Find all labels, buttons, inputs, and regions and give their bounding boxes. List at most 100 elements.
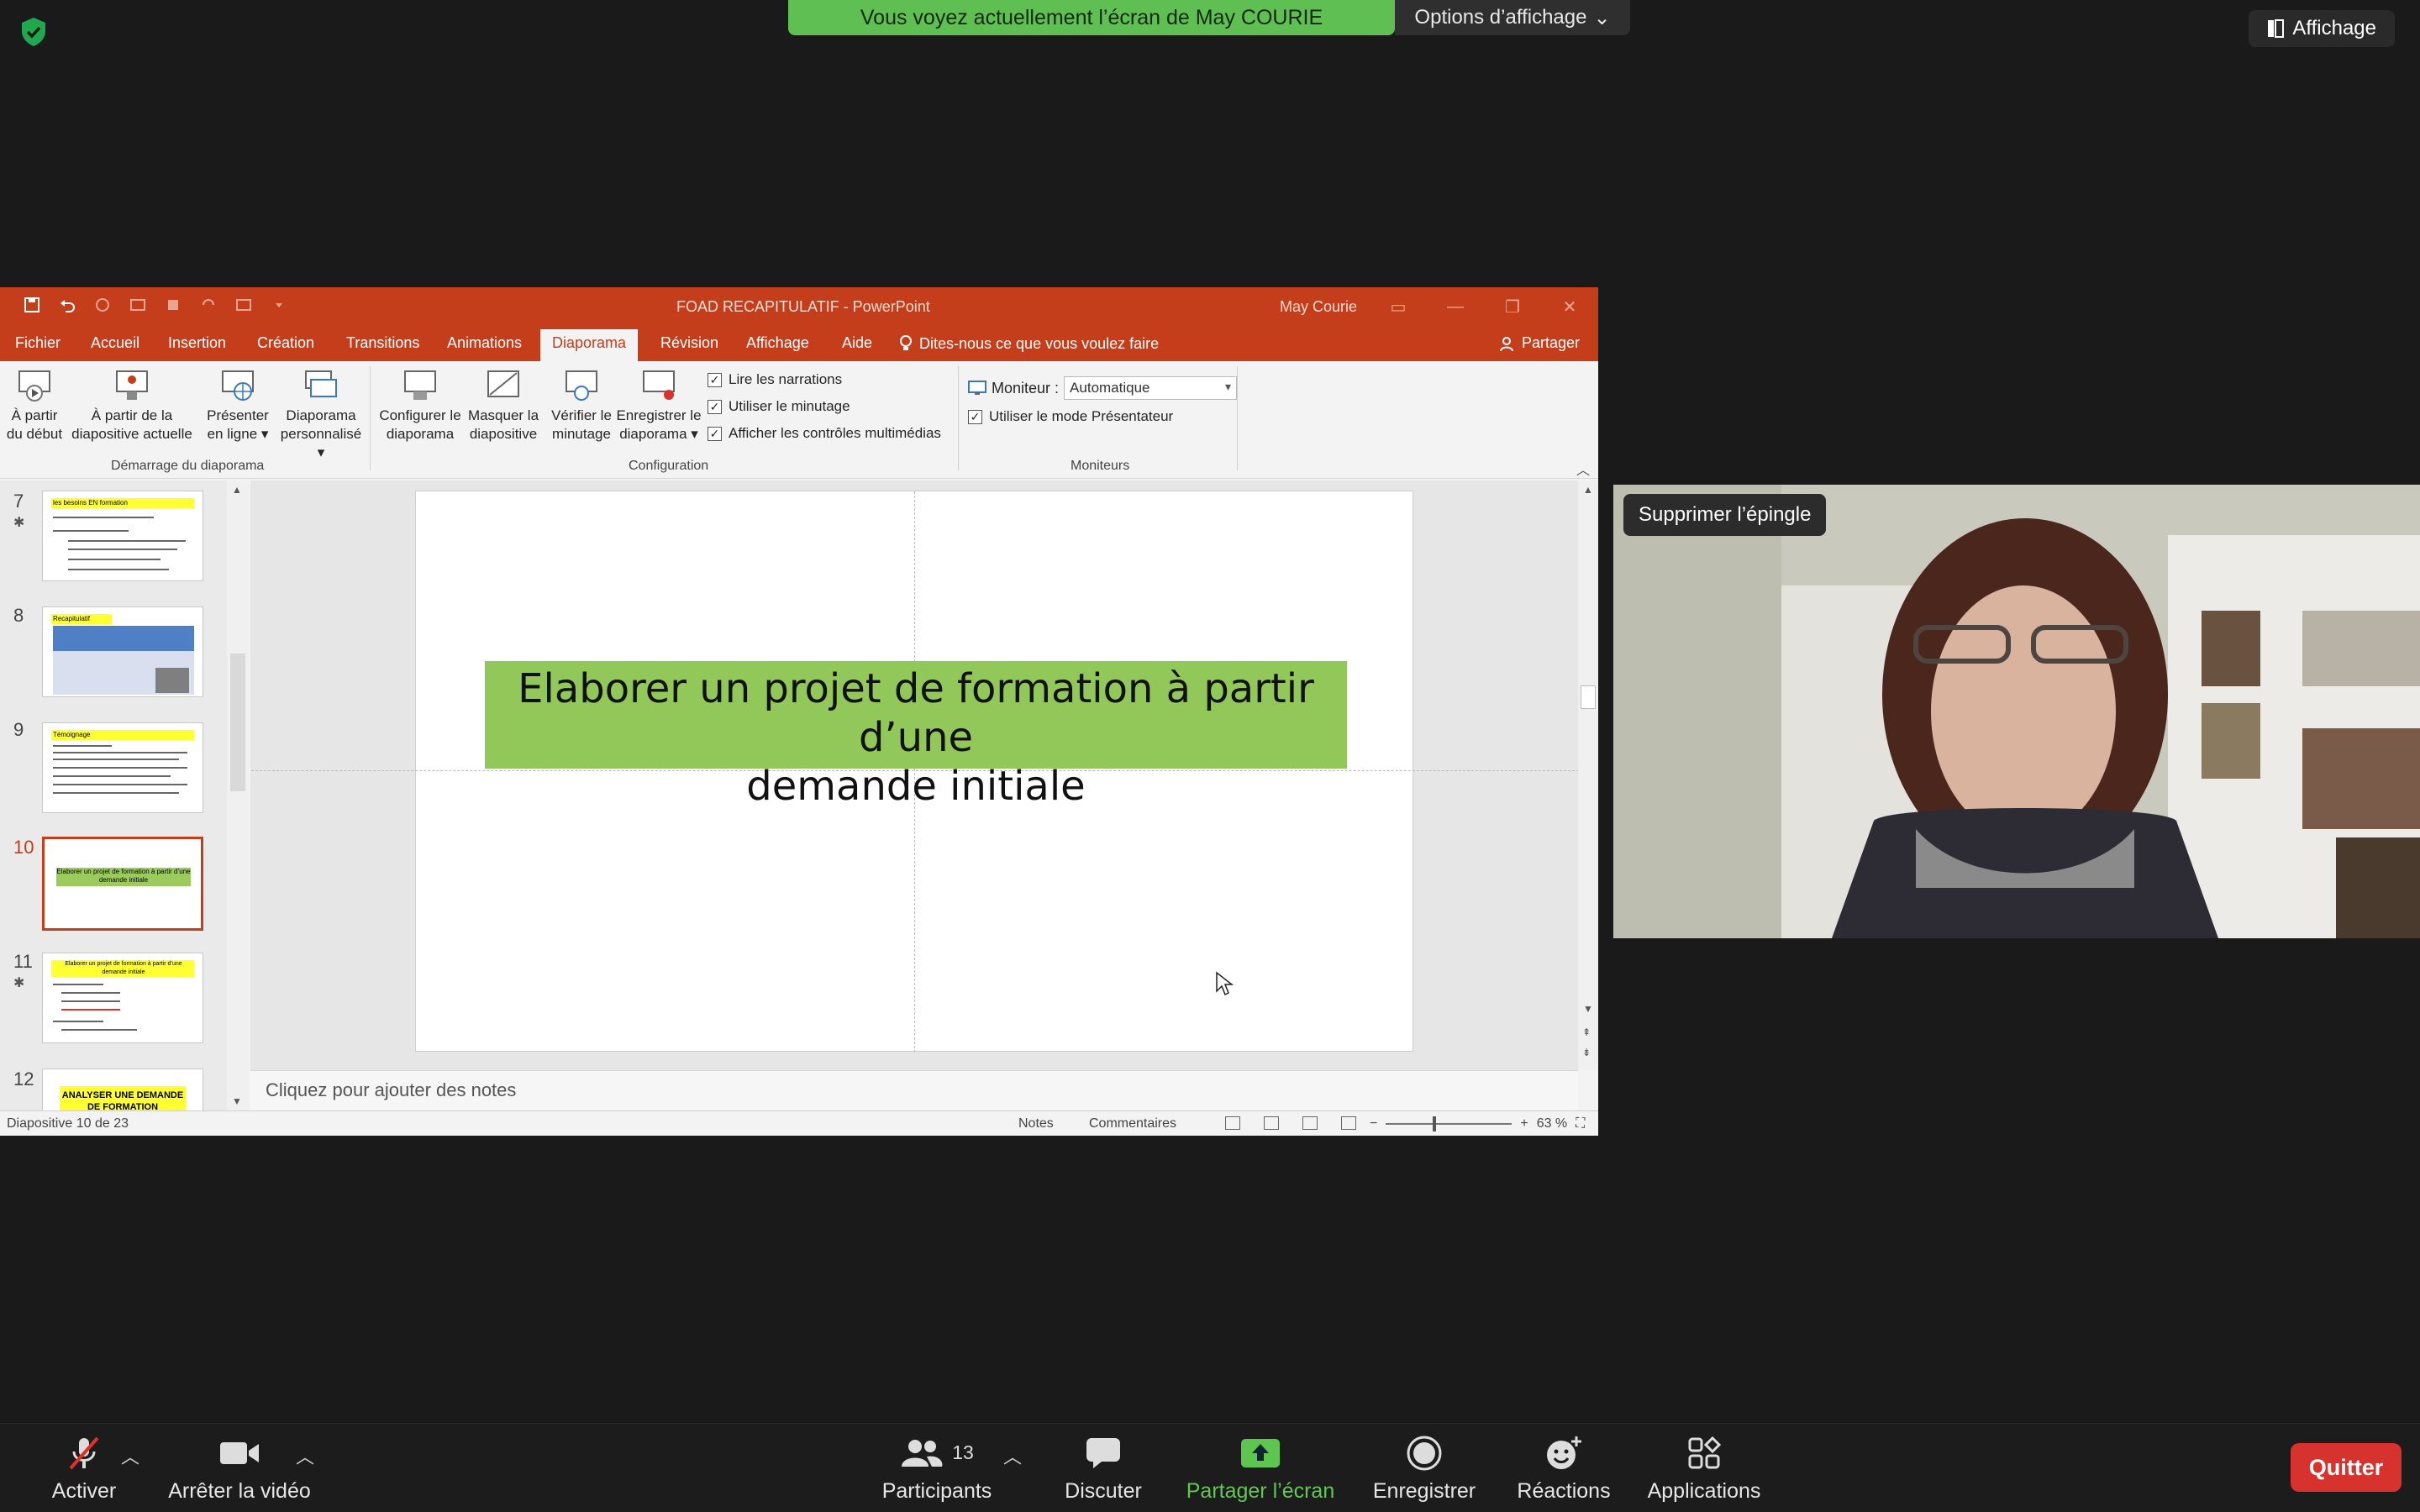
next-slide-icon[interactable]: ⇟	[1582, 1047, 1591, 1058]
notes-toggle[interactable]: Notes	[1018, 1116, 1054, 1131]
notes-pane[interactable]: Cliquez pour ajouter des notes	[250, 1070, 1578, 1110]
collapse-ribbon-icon[interactable]: ︿	[1576, 459, 1590, 479]
participant-video[interactable]	[1613, 485, 2420, 938]
chat-button[interactable]: Discuter	[1057, 1424, 1150, 1512]
ribbon-display-icon[interactable]: ▭	[1370, 287, 1427, 326]
text-line	[53, 775, 171, 777]
present-online-line1: Présenter	[207, 407, 269, 423]
rehearse-timings-button[interactable]: Vérifier le minutage	[548, 368, 615, 444]
apps-button[interactable]: Applications	[1639, 1424, 1770, 1512]
from-start-qat-icon[interactable]	[129, 297, 146, 313]
tab-affichage[interactable]: Affichage	[746, 334, 809, 352]
checkbox-presenter-view[interactable]: ✓ Utiliser le mode Présentateur	[968, 408, 1173, 425]
mute-button[interactable]: Activer	[42, 1424, 126, 1512]
ribbon-diaporama: À partir du début À partir de la diaposi…	[0, 361, 1598, 479]
zoom-slider[interactable]	[1386, 1116, 1512, 1131]
leave-meeting-button[interactable]: Quitter	[2291, 1443, 2402, 1492]
tab-insertion[interactable]: Insertion	[168, 334, 226, 352]
security-shield-icon[interactable]	[17, 15, 50, 49]
from-start-button[interactable]: À partir du début	[3, 368, 66, 444]
setup-show-button[interactable]: Configurer le diaporama	[375, 368, 466, 444]
view-options-button[interactable]: Options d’affichage ⌄	[1395, 0, 1630, 35]
copy-icon[interactable]	[165, 297, 182, 313]
tab-revision[interactable]: Révision	[660, 334, 718, 352]
slide-sorter-icon[interactable]	[1264, 1116, 1279, 1130]
thumbnails-scrollbar[interactable]: ▲ ▼	[227, 480, 249, 1110]
lightbulb-icon	[899, 334, 913, 353]
slide-thumbnail-12[interactable]: ANALYSER UNE DEMANDE DE FORMATION	[42, 1068, 203, 1110]
monitor-dropdown[interactable]: Automatique	[1064, 376, 1238, 400]
slide-thumbnail-8[interactable]: Recapitulatif Mission	[42, 606, 203, 697]
tab-creation[interactable]: Création	[257, 334, 314, 352]
layout-icon[interactable]	[235, 297, 252, 313]
maximize-icon[interactable]: ❐	[1484, 287, 1541, 326]
slide-thumbnails-pane: 7 ✱ les besoins EN formation 8 Recapitul…	[0, 480, 249, 1110]
minimize-icon[interactable]: —	[1427, 287, 1484, 326]
video-options-caret-icon[interactable]: ︿	[296, 1442, 314, 1469]
fit-to-window-icon[interactable]: ⛶	[1576, 1116, 1585, 1131]
slide-thumbnail-7[interactable]: les besoins EN formation	[42, 491, 203, 581]
slide-thumbnail-11[interactable]: Elaborer un projet de formation à partir…	[42, 953, 203, 1043]
scroll-thumb[interactable]	[1581, 685, 1596, 709]
reading-view-icon[interactable]	[1302, 1116, 1318, 1130]
tab-aide[interactable]: Aide	[842, 334, 872, 352]
record-label: Enregistrer	[1372, 1478, 1476, 1503]
custom-show-button[interactable]: Diaporama personnalisé ▾	[277, 368, 365, 462]
audio-options-caret-icon[interactable]: ︿	[121, 1442, 139, 1469]
tab-fichier[interactable]: Fichier	[15, 334, 60, 352]
normal-view-icon[interactable]	[1225, 1116, 1240, 1130]
repeat-icon[interactable]	[200, 297, 217, 313]
user-name[interactable]: May Courie	[1280, 298, 1357, 316]
slideshow-current-icon	[113, 368, 150, 403]
scroll-down-icon[interactable]: ▼	[232, 1095, 242, 1107]
text-line	[61, 1000, 120, 1002]
share-button[interactable]: Partager	[1498, 334, 1580, 352]
scroll-up-icon[interactable]: ▲	[1583, 484, 1593, 496]
editor-scrollbar[interactable]: ▲ ▼ ⇞ ⇟	[1578, 480, 1598, 1070]
scroll-up-icon[interactable]: ▲	[232, 484, 242, 496]
present-online-button[interactable]: Présenter en ligne ▾	[202, 368, 274, 444]
checkbox-timings[interactable]: ✓ Utiliser le minutage	[708, 398, 850, 415]
tell-me-search[interactable]: Dites-nous ce que vous voulez faire	[899, 334, 1159, 353]
record-button[interactable]: Enregistrer	[1361, 1424, 1487, 1512]
text-line	[53, 752, 187, 753]
undo-icon[interactable]	[59, 297, 76, 313]
close-icon[interactable]: ✕	[1541, 287, 1598, 326]
unpin-button[interactable]: Supprimer l’épingle	[1623, 494, 1827, 536]
tab-animations[interactable]: Animations	[447, 334, 522, 352]
zoom-level[interactable]: 63 %	[1537, 1116, 1567, 1131]
record-show-button[interactable]: Enregistrer le diaporama ▾	[613, 368, 704, 444]
participants-icon-row: 13	[886, 1434, 987, 1473]
tab-diaporama[interactable]: Diaporama	[540, 329, 639, 361]
zoom-out-icon[interactable]: −	[1370, 1116, 1377, 1131]
view-button[interactable]: Affichage	[2249, 10, 2395, 47]
stop-video-button[interactable]: Arrêter la vidéo	[161, 1424, 318, 1512]
share-screen-button[interactable]: Partager l’écran	[1176, 1424, 1344, 1512]
zoom-control: − + 63 % ⛶	[1370, 1116, 1585, 1131]
previous-slide-icon[interactable]: ⇞	[1582, 1026, 1591, 1038]
reactions-button[interactable]: Réactions	[1509, 1424, 1618, 1512]
tab-accueil[interactable]: Accueil	[91, 334, 139, 352]
checkbox-media-controls[interactable]: ✓ Afficher les contrôles multimédias	[708, 425, 941, 442]
participants-caret-icon[interactable]: ︿	[1003, 1442, 1022, 1469]
comments-toggle[interactable]: Commentaires	[1089, 1116, 1176, 1131]
from-current-button[interactable]: À partir de la diapositive actuelle	[69, 368, 195, 444]
animation-star-icon: ✱	[13, 976, 25, 990]
participants-button[interactable]: 13 Participants	[874, 1424, 1000, 1512]
monitor-icon	[968, 380, 986, 396]
checkbox-narrations[interactable]: ✓ Lire les narrations	[708, 371, 842, 388]
zoom-in-icon[interactable]: +	[1520, 1116, 1528, 1131]
scroll-down-icon[interactable]: ▼	[1583, 1003, 1593, 1015]
scroll-thumb[interactable]	[230, 654, 245, 791]
current-slide[interactable]: Elaborer un projet de formation à partir…	[251, 491, 1579, 1053]
customize-qat-icon[interactable]	[271, 297, 287, 313]
slide-thumbnail-10[interactable]: Elaborer un projet de formation à partir…	[42, 837, 203, 931]
thumb-number: 11	[13, 951, 33, 972]
slide-thumbnail-9[interactable]: Témoignage	[42, 722, 203, 813]
hide-slide-button[interactable]: Masquer la diapositive	[464, 368, 543, 444]
slide-title-box[interactable]: Elaborer un projet de formation à partir…	[485, 661, 1347, 810]
slideshow-view-icon[interactable]	[1341, 1116, 1356, 1130]
save-icon[interactable]	[24, 297, 40, 313]
tab-transitions[interactable]: Transitions	[346, 334, 419, 352]
redo-icon[interactable]	[94, 297, 111, 313]
